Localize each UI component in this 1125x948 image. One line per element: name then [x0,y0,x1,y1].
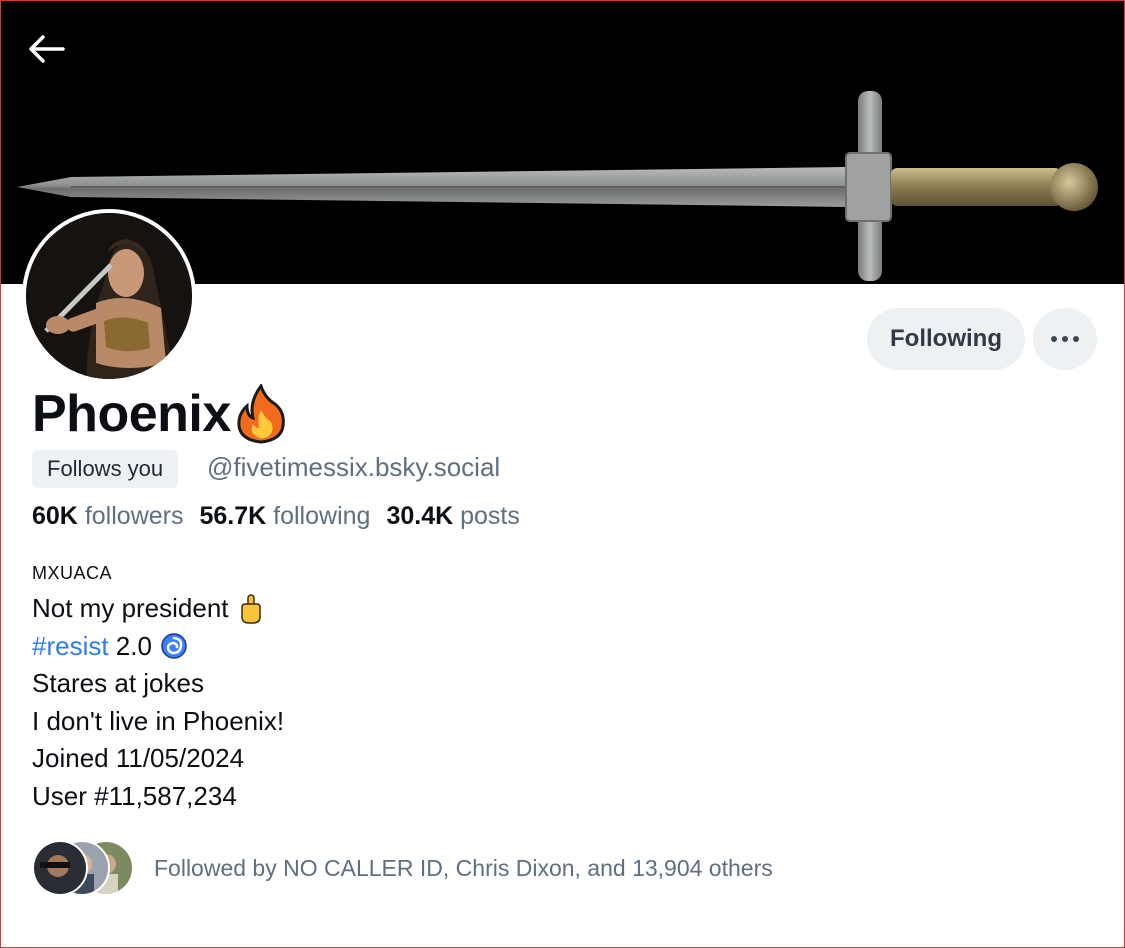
avatar-image [26,213,192,379]
bio-line-2-text: 2.0 [108,630,152,661]
posts-label: posts [460,502,520,530]
more-options-button[interactable] [1033,308,1097,370]
bio-line-1: Not my president [32,590,284,628]
followers-label: followers [84,502,184,530]
followed-by-text: Followed by NO CALLER ID, Chris Dixon, a… [154,854,773,881]
profile-handle: @fivetimessix.bsky.social [207,452,501,482]
bio-line-6: User #11,587,234 [32,780,237,811]
followers-count: 60K [32,502,78,530]
display-name-text: Phoenix [32,385,231,443]
bio-tag: MXUACA [32,563,113,583]
avatar[interactable] [22,209,196,383]
followed-by-row[interactable]: Followed by NO CALLER ID, Chris Dixon, a… [32,840,773,896]
follower-avatars [32,840,134,896]
following-button[interactable]: Following [867,308,1025,370]
fire-icon [235,382,287,444]
following-label: following [273,502,371,530]
resist-hashtag-link[interactable]: #resist [32,628,109,666]
middle-finger-icon [237,594,265,624]
back-button[interactable] [22,26,72,72]
followers-stat[interactable]: 60K followers [32,502,183,531]
following-stat[interactable]: 56.7K following [199,502,370,531]
cyclone-icon [160,631,188,661]
profile-stats: 60K followers 56.7K following 30.4K post… [32,502,520,531]
display-name: Phoenix [32,382,287,444]
bio-line-5: Joined 11/05/2024 [32,743,245,773]
bio-line-2: #resist 2.0 [32,628,284,666]
bio-line-1-text: Not my president [32,593,229,623]
posts-count: 30.4K [386,502,454,530]
arrow-left-icon [29,35,65,63]
posts-stat: 30.4K posts [386,502,519,531]
bio-line-3: Stares at jokes [32,668,204,698]
ellipsis-icon [1051,336,1079,342]
profile-bio: MXUACA Not my president #resist 2.0 Star… [32,563,284,815]
following-count: 56.7K [199,502,267,530]
follows-you-badge: Follows you [32,450,179,488]
follower-avatar-1 [32,840,88,896]
bio-line-4: I don't live in Phoenix! [32,705,285,736]
